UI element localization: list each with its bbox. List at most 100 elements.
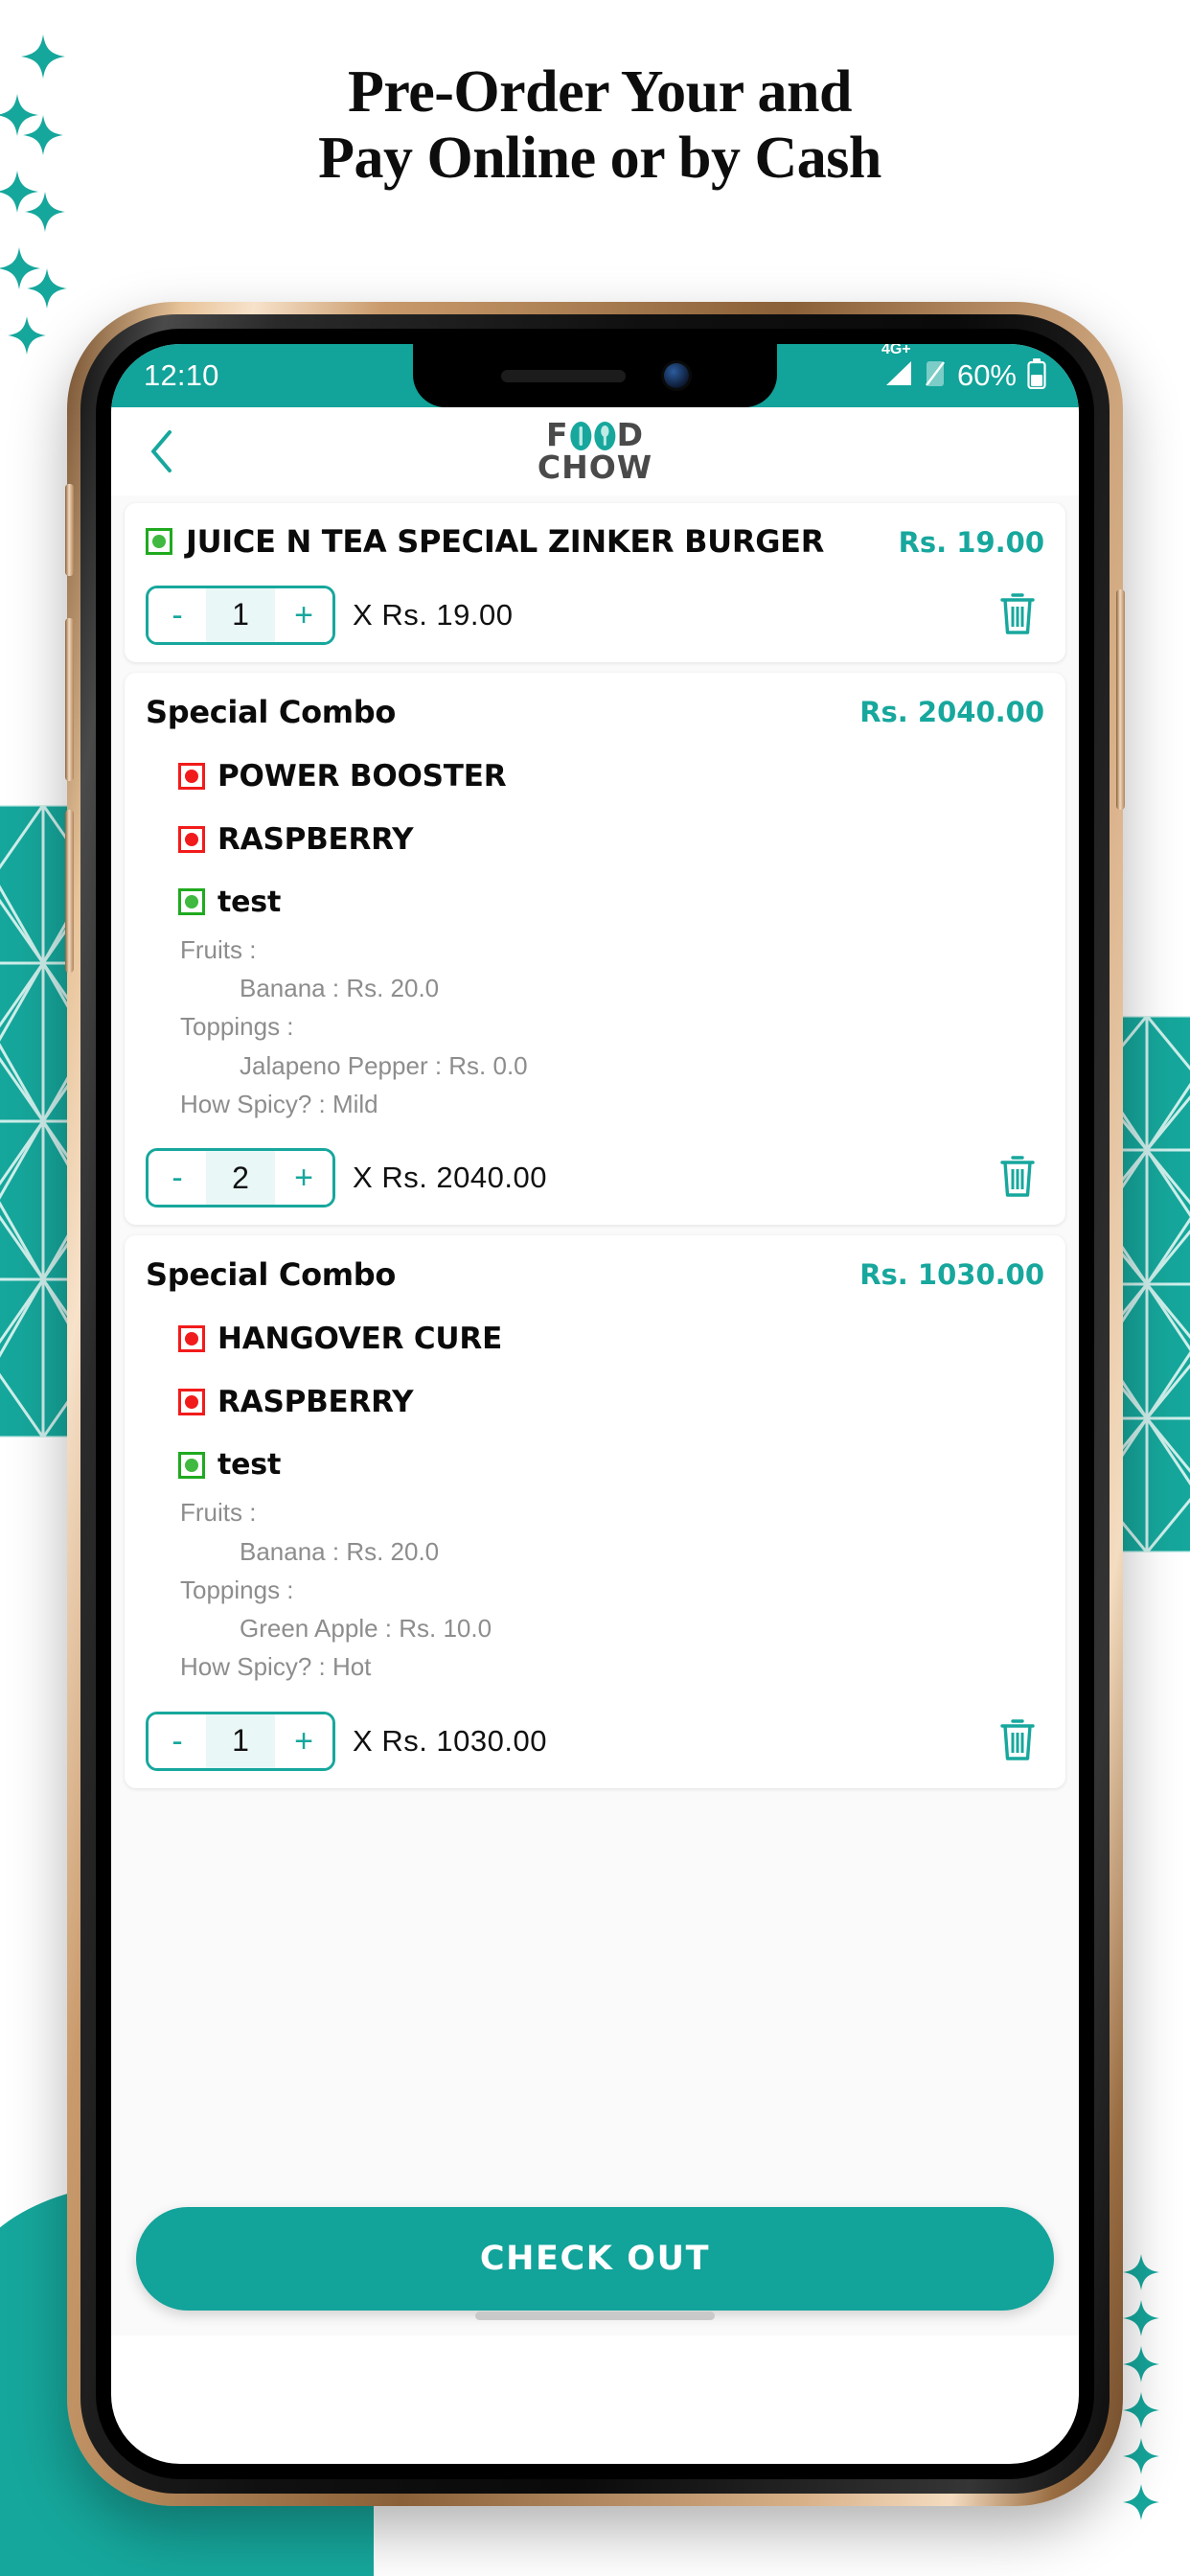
cart-item-card[interactable]: JUICE N TEA SPECIAL ZINKER BURGER Rs. 19…	[125, 503, 1065, 662]
quantity-value: 1	[206, 1714, 275, 1768]
cart-item-price: Rs. 1030.00	[859, 1258, 1044, 1292]
combo-sub-item: test	[178, 886, 1044, 919]
delete-item-button[interactable]	[996, 1714, 1044, 1768]
cart-item-price: Rs. 2040.00	[859, 695, 1044, 728]
sparkle-icon	[25, 192, 65, 232]
foodchow-logo: F D CHOW	[538, 419, 652, 483]
combo-sub-item: RASPBERRY	[178, 1385, 1044, 1419]
increment-button[interactable]: +	[275, 1151, 332, 1206]
decrement-button[interactable]: -	[149, 587, 206, 642]
status-indicators: 4G+ 60%	[881, 344, 1046, 394]
trash-icon	[1000, 1156, 1035, 1197]
option-label: Fruits :	[180, 1498, 257, 1528]
sparkle-icon	[8, 316, 46, 355]
combo-sub-item: RASPBERRY	[178, 822, 1044, 857]
headline-line-2: Pay Online or by Cash	[318, 126, 881, 192]
sparkle-icon	[21, 34, 65, 79]
option-value: Banana : Rs. 20.0	[240, 974, 440, 1003]
sub-item-name: HANGOVER CURE	[217, 1322, 503, 1357]
nonveg-indicator-icon	[178, 825, 205, 853]
back-button[interactable]	[136, 426, 186, 476]
option-label: Fruits :	[180, 934, 257, 964]
quantity-row: - 2 + X Rs. 2040.00	[146, 1148, 1044, 1208]
cart-item-name: Special Combo	[146, 1256, 397, 1294]
cart-list[interactable]: JUICE N TEA SPECIAL ZINKER BURGER Rs. 19…	[111, 495, 1079, 2335]
veg-indicator-icon	[146, 528, 172, 555]
earpiece-speaker	[501, 369, 626, 382]
signal-bars-icon: 4G+	[881, 344, 913, 391]
battery-percent: 60%	[956, 358, 1017, 392]
sparkle-icon	[23, 115, 63, 155]
nonveg-indicator-icon	[178, 762, 205, 790]
combo-sub-item: POWER BOOSTER	[178, 759, 1044, 794]
trash-icon	[1000, 1719, 1035, 1760]
option-label: How Spicy? : Mild	[180, 1089, 378, 1118]
status-time: 12:10	[144, 358, 219, 392]
logo-letter-d: D	[616, 416, 644, 454]
quantity-stepper[interactable]: - 2 +	[146, 1148, 335, 1208]
multiplier-text: X Rs. 1030.00	[353, 1723, 547, 1758]
phone-button-silent[interactable]	[65, 484, 74, 576]
quantity-value: 2	[206, 1151, 275, 1206]
chevron-left-icon	[151, 430, 172, 472]
quantity-row: - 1 + X Rs. 1030.00	[146, 1711, 1044, 1771]
home-indicator	[475, 2312, 715, 2320]
app-header: F D CHOW	[111, 407, 1079, 495]
sub-item-name: RASPBERRY	[217, 1385, 414, 1420]
delete-item-button[interactable]	[996, 588, 1044, 642]
promo-headline: Pre-Order Your and Pay Online or by Cash	[92, 59, 1108, 193]
sparkle-icon	[1123, 2484, 1159, 2520]
status-bar: 12:10 4G+ 60%	[111, 344, 1079, 407]
logo-spoon-o-icon	[593, 420, 617, 451]
phone-mockup: 12:10 4G+ 60% F D CHOW JUICE N TEA SPECI…	[65, 302, 1125, 2506]
increment-button[interactable]: +	[275, 1714, 332, 1768]
quantity-value: 1	[206, 587, 275, 642]
battery-icon	[1027, 357, 1046, 394]
nonveg-indicator-icon	[178, 1325, 205, 1353]
cart-item-name: JUICE N TEA SPECIAL ZINKER BURGER	[186, 523, 825, 560]
option-label: How Spicy? : Hot	[180, 1652, 372, 1682]
quantity-stepper[interactable]: - 1 +	[146, 585, 335, 645]
signal-off-icon	[924, 359, 947, 393]
front-camera	[664, 363, 689, 388]
logo-line-food: F D	[538, 419, 652, 451]
combo-sub-item: HANGOVER CURE	[178, 1322, 1044, 1356]
trash-icon	[1000, 593, 1035, 634]
cart-item-card[interactable]: Special Combo Rs. 1030.00 HANGOVER CURE …	[125, 1235, 1065, 1788]
headline-line-1: Pre-Order Your and	[347, 59, 853, 125]
sparkle-icon	[27, 268, 67, 309]
combo-sub-item: test	[178, 1448, 1044, 1482]
decrement-button[interactable]: -	[149, 1714, 206, 1768]
sparkle-icon	[1123, 2300, 1159, 2336]
option-value: Banana : Rs. 20.0	[240, 1536, 440, 1566]
cart-item-card[interactable]: Special Combo Rs. 2040.00 POWER BOOSTER …	[125, 672, 1065, 1226]
quantity-stepper[interactable]: - 1 +	[146, 1711, 335, 1771]
sub-item-name: POWER BOOSTER	[217, 758, 507, 794]
logo-line-chow: CHOW	[537, 448, 653, 486]
sub-item-options: Fruits : Banana : Rs. 20.0 Toppings : Ja…	[180, 931, 1044, 1123]
sparkle-icon	[1123, 2392, 1159, 2428]
phone-notch	[413, 344, 777, 407]
sparkle-icon	[1123, 2254, 1159, 2290]
sub-item-name: RASPBERRY	[217, 821, 414, 857]
phone-button-volume-down[interactable]	[65, 810, 74, 973]
sparkle-icon	[1123, 2438, 1159, 2474]
option-value: Green Apple : Rs. 10.0	[240, 1614, 492, 1644]
increment-button[interactable]: +	[275, 587, 332, 642]
cart-item-price: Rs. 19.00	[898, 526, 1044, 559]
delete-item-button[interactable]	[996, 1151, 1044, 1205]
nonveg-indicator-icon	[178, 1389, 205, 1416]
phone-button-volume-up[interactable]	[65, 618, 74, 781]
phone-button-power[interactable]	[1116, 589, 1125, 810]
network-label: 4G+	[881, 344, 911, 357]
option-label: Toppings :	[180, 1012, 294, 1042]
checkout-button[interactable]: CHECK OUT	[136, 2207, 1054, 2311]
cart-item-name: Special Combo	[146, 693, 397, 730]
sub-item-options: Fruits : Banana : Rs. 20.0 Toppings : Gr…	[180, 1493, 1044, 1686]
decrement-button[interactable]: -	[149, 1151, 206, 1206]
logo-fork-o-icon	[569, 420, 593, 451]
veg-indicator-icon	[178, 888, 205, 916]
option-label: Toppings :	[180, 1575, 294, 1604]
logo-letter-f: F	[546, 416, 569, 454]
quantity-row: - 1 + X Rs. 19.00	[146, 585, 1044, 645]
